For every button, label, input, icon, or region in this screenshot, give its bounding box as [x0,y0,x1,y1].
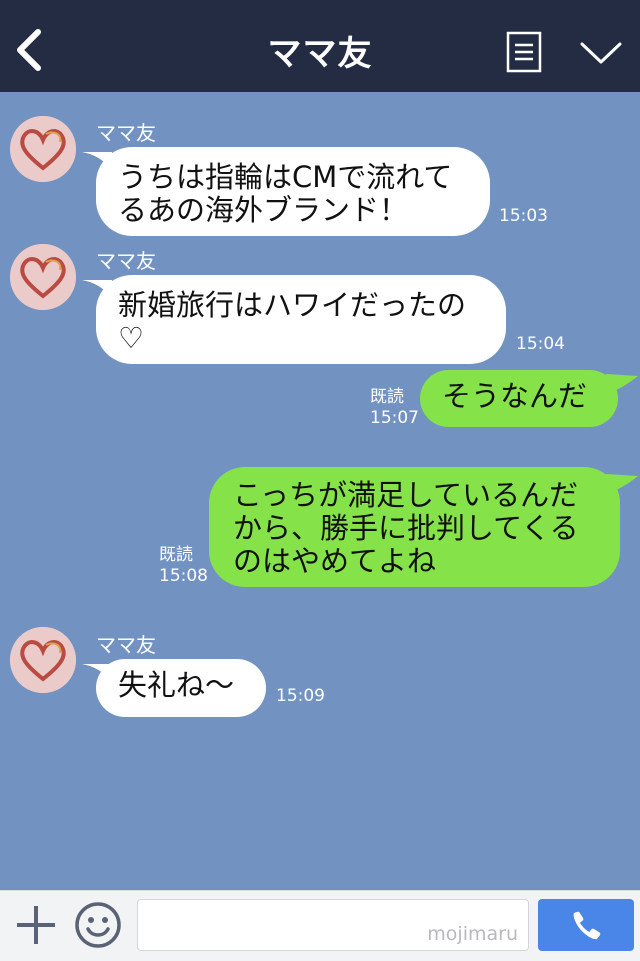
message-line: ♡ [118,321,144,355]
message-line: うちは指輪はCMで流れて [118,160,453,194]
avatar[interactable] [10,627,76,693]
phone-icon [573,911,601,940]
chevron-down-icon [580,42,622,64]
call-button[interactable] [538,899,634,951]
plus-icon [17,906,55,944]
message-time: 15:04 [516,334,565,354]
message-bubble[interactable]: そうなんだ [420,370,618,427]
message-line: そうなんだ [442,379,588,413]
message-bubble[interactable]: 新婚旅行はハワイだったの ♡ [96,275,506,364]
message-bubble[interactable]: こっちが満足しているんだ から、勝手に批判してくる のはやめてよね [209,467,620,587]
chat-title: ママ友 [267,34,373,74]
sender-name: ママ友 [96,249,156,273]
sender-name: ママ友 [96,633,156,657]
menu-dropdown-button[interactable] [578,38,624,68]
message-input[interactable]: mojimaru [137,899,529,951]
message-line: から、勝手に批判してくる [233,511,579,545]
message-line: 失礼ね〜 [118,668,235,702]
notes-icon [506,31,542,73]
watermark: mojimaru [427,923,518,945]
read-receipt: 既読 15:07 [370,387,419,429]
bubble-tail [606,374,638,394]
message-time: 15:08 [159,566,208,586]
message-time: 15:09 [276,686,325,706]
message-line: こっちが満足しているんだ [233,478,579,512]
message-line: 新婚旅行はハワイだったの [118,288,467,322]
smiley-icon [75,902,121,948]
emoji-button[interactable] [74,901,122,949]
message-line: のはやめてよね [233,544,437,578]
message-time: 15:07 [370,408,419,428]
add-attachment-button[interactable] [14,903,58,947]
message-time: 15:03 [499,206,548,226]
read-status: 既読 [159,545,193,565]
heart-ring-avatar-icon [10,116,76,182]
message-line: るあの海外ブランド！ [118,193,409,227]
avatar[interactable] [10,244,76,310]
read-status: 既読 [370,387,404,407]
read-receipt: 既読 15:08 [159,545,208,587]
message-bubble[interactable]: 失礼ね〜 [96,659,266,717]
heart-ring-avatar-icon [10,244,76,310]
bubble-tail [606,474,638,494]
avatar[interactable] [10,116,76,182]
message-bubble[interactable]: うちは指輪はCMで流れて るあの海外ブランド！ [96,147,490,236]
input-bar: mojimaru [0,890,640,961]
sender-name: ママ友 [96,121,156,145]
heart-ring-avatar-icon [10,627,76,693]
notes-button[interactable] [506,31,542,73]
chat-header: ママ友 [0,0,640,92]
